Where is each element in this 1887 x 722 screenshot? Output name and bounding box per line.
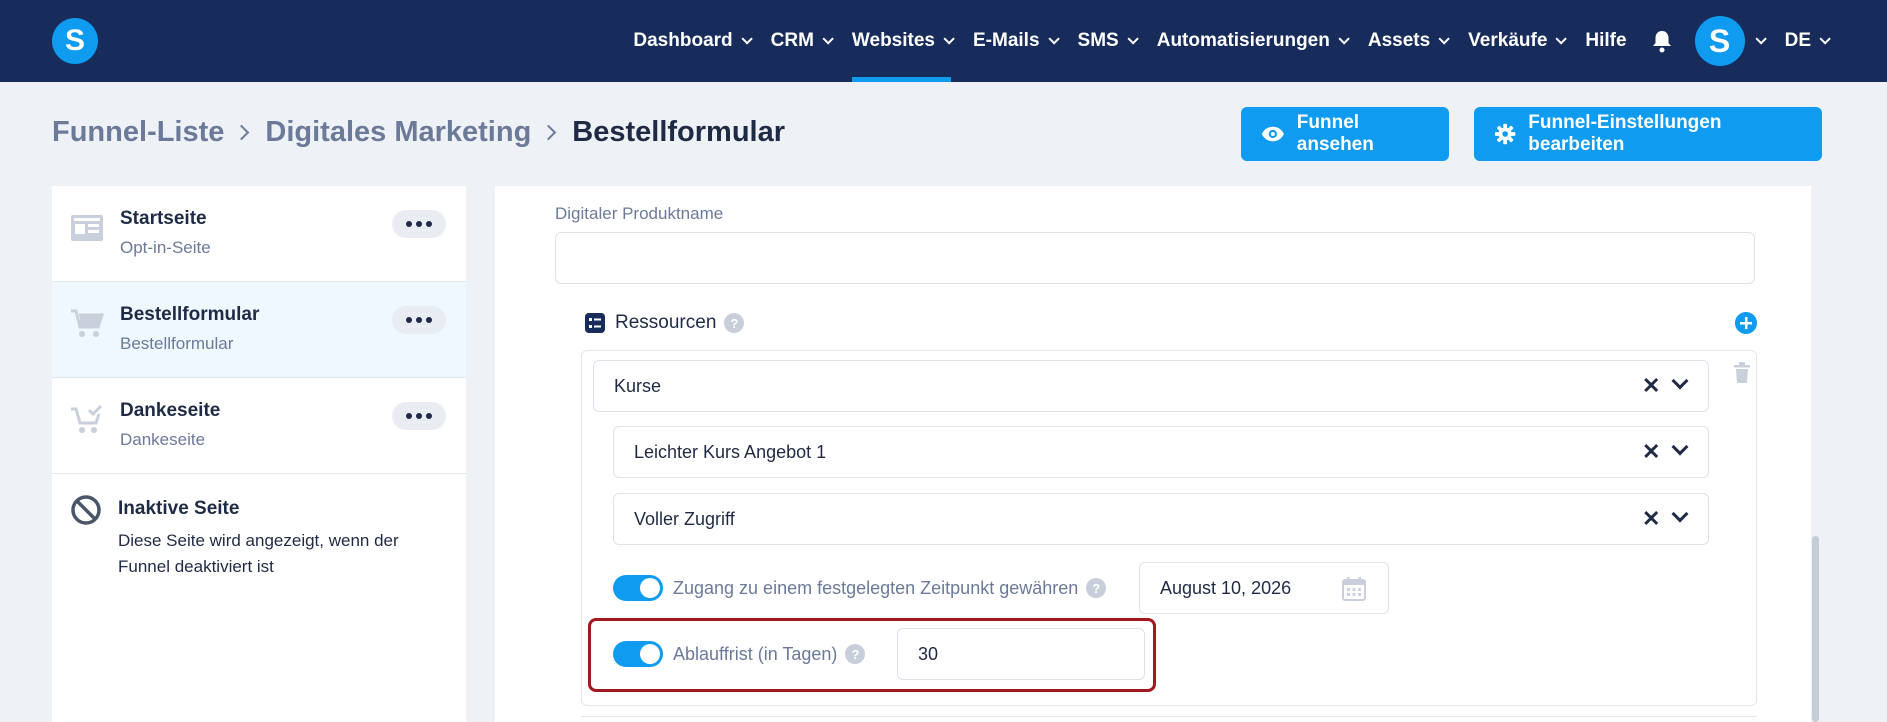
- help-icon[interactable]: ?: [724, 313, 745, 333]
- page-settings-panel: Digitaler Produktname Ressourcen ? Kurse…: [495, 186, 1811, 722]
- chevron-down-icon[interactable]: [1671, 438, 1689, 456]
- language-label: DE: [1784, 30, 1811, 51]
- inactive-page-item[interactable]: Inaktive Seite Diese Seite wird angezeig…: [52, 474, 466, 604]
- nav-item-sms[interactable]: SMS: [1077, 0, 1139, 82]
- chevron-down-icon[interactable]: [1671, 505, 1689, 523]
- fixed-time-label: Zugang zu einem festgelegten Zeitpunkt g…: [673, 577, 1079, 598]
- fixed-time-toggle[interactable]: [613, 575, 663, 601]
- clear-icon[interactable]: ✕: [1642, 508, 1662, 530]
- nav-item-automations[interactable]: Automatisierungen: [1156, 0, 1350, 82]
- chevron-down-icon: [741, 33, 753, 45]
- nav-item-sales[interactable]: Verkäufe: [1468, 0, 1568, 82]
- fixed-date-input[interactable]: August 10, 2026: [1139, 562, 1389, 614]
- resources-header: Ressourcen ?: [585, 312, 745, 334]
- top-navbar: S Dashboard CRM Websites E-Mails SMS Aut…: [0, 0, 1887, 82]
- page-title: Dankeseite: [120, 400, 221, 421]
- eye-icon: [1261, 126, 1284, 142]
- breadcrumb: Funnel-Liste Digitales Marketing Bestell…: [52, 116, 785, 149]
- page-item-startseite[interactable]: Startseite Opt-in-Seite: [52, 186, 466, 282]
- nav-item-help[interactable]: Hilfe: [1585, 0, 1626, 82]
- chevron-down-icon: [1555, 33, 1568, 45]
- highlight-box: [588, 618, 1156, 692]
- page-title: Startseite: [120, 208, 207, 229]
- page-item-dankeseite[interactable]: Dankeseite Dankeseite: [52, 378, 466, 474]
- chevron-right-icon: [234, 124, 250, 141]
- gear-icon: [1494, 123, 1516, 145]
- view-funnel-label: Funnel ansehen: [1296, 112, 1374, 155]
- language-switcher[interactable]: DE: [1784, 0, 1831, 82]
- nav-label: CRM: [770, 30, 814, 51]
- inactive-page-title: Inaktive Seite: [118, 498, 240, 519]
- page-title: Bestellformular: [120, 304, 260, 325]
- nav-item-crm[interactable]: CRM: [770, 0, 834, 82]
- nav-item-assets[interactable]: Assets: [1367, 0, 1450, 82]
- breadcrumb-funnel-list[interactable]: Funnel-Liste: [52, 116, 224, 149]
- help-icon[interactable]: ?: [1086, 578, 1107, 598]
- nav-label: E-Mails: [973, 30, 1040, 51]
- bell-icon[interactable]: [1651, 29, 1673, 53]
- clear-icon[interactable]: ✕: [1642, 441, 1662, 463]
- main-nav: Dashboard CRM Websites E-Mails SMS Autom…: [611, 0, 1887, 82]
- nav-label: SMS: [1077, 30, 1119, 51]
- edit-funnel-settings-button[interactable]: Funnel-Einstellungen bearbeiten: [1474, 107, 1822, 161]
- edit-funnel-settings-label: Funnel-Einstellungen bearbeiten: [1528, 112, 1722, 155]
- cart-icon: [71, 309, 104, 337]
- nav-label: Automatisierungen: [1156, 30, 1330, 51]
- resources-label: Ressourcen: [615, 312, 717, 333]
- access-level-value: Voller Zugriff: [634, 508, 735, 529]
- chevron-down-icon: [1047, 33, 1060, 45]
- resource-type-value: Kurse: [614, 375, 662, 396]
- nav-label: Dashboard: [633, 30, 733, 51]
- trash-icon[interactable]: [1733, 362, 1751, 384]
- user-avatar[interactable]: S: [1694, 16, 1745, 66]
- product-name-label: Digitaler Produktname: [555, 204, 724, 223]
- app-logo[interactable]: S: [52, 18, 98, 64]
- course-offer-select[interactable]: Leichter Kurs Angebot 1 ✕: [613, 426, 1709, 478]
- page-item-bestellformular[interactable]: Bestellformular Bestellformular: [52, 282, 466, 378]
- resource-type-select[interactable]: Kurse ✕: [593, 360, 1709, 412]
- page-menu-button[interactable]: [392, 210, 446, 238]
- clear-icon[interactable]: ✕: [1642, 375, 1662, 397]
- page-layout-icon: [71, 215, 103, 241]
- chevron-down-icon: [1819, 33, 1831, 45]
- inactive-page-description: Diese Seite wird angezeigt, wenn der Fun…: [118, 531, 399, 576]
- nav-label: Assets: [1367, 30, 1431, 51]
- page-menu-button[interactable]: [392, 306, 446, 334]
- cart-check-icon: [71, 404, 103, 433]
- ban-icon: [71, 495, 101, 525]
- nav-label: Verkäufe: [1468, 30, 1548, 51]
- product-name-input[interactable]: [555, 232, 1755, 284]
- fixed-time-row: Zugang zu einem festgelegten Zeitpunkt g…: [613, 575, 1107, 601]
- course-offer-value: Leichter Kurs Angebot 1: [634, 441, 827, 462]
- divider: [581, 716, 1757, 717]
- page-type: Bestellformular: [120, 334, 234, 353]
- funnel-pages-list: Startseite Opt-in-Seite Bestellformular …: [52, 186, 466, 722]
- access-level-select[interactable]: Voller Zugriff ✕: [613, 493, 1709, 545]
- calendar-icon[interactable]: [1342, 577, 1366, 601]
- chevron-down-icon: [822, 33, 834, 45]
- nav-item-websites[interactable]: Websites: [851, 0, 955, 82]
- page-type: Opt-in-Seite: [120, 238, 211, 257]
- add-resource-icon[interactable]: [1735, 312, 1757, 334]
- page-type: Dankeseite: [120, 430, 206, 449]
- page-menu-button[interactable]: [392, 402, 446, 430]
- chevron-down-icon[interactable]: [1671, 372, 1689, 390]
- view-funnel-button[interactable]: Funnel ansehen: [1241, 107, 1449, 161]
- chevron-down-icon: [943, 33, 955, 45]
- breadcrumb-funnel[interactable]: Digitales Marketing: [265, 116, 531, 149]
- nav-label: Hilfe: [1585, 30, 1627, 51]
- nav-label: Websites: [851, 30, 935, 51]
- chevron-down-icon: [1127, 33, 1139, 45]
- chevron-down-icon[interactable]: [1755, 33, 1767, 45]
- fixed-date-value: August 10, 2026: [1160, 577, 1292, 598]
- nav-item-dashboard[interactable]: Dashboard: [633, 0, 753, 82]
- chevron-down-icon: [1338, 33, 1350, 45]
- chevron-right-icon: [541, 124, 557, 141]
- breadcrumb-current-page: Bestellformular: [572, 116, 786, 148]
- scrollbar[interactable]: [1812, 536, 1819, 722]
- chevron-down-icon: [1438, 33, 1450, 45]
- nav-item-emails[interactable]: E-Mails: [973, 0, 1060, 82]
- checklist-icon: [585, 313, 605, 333]
